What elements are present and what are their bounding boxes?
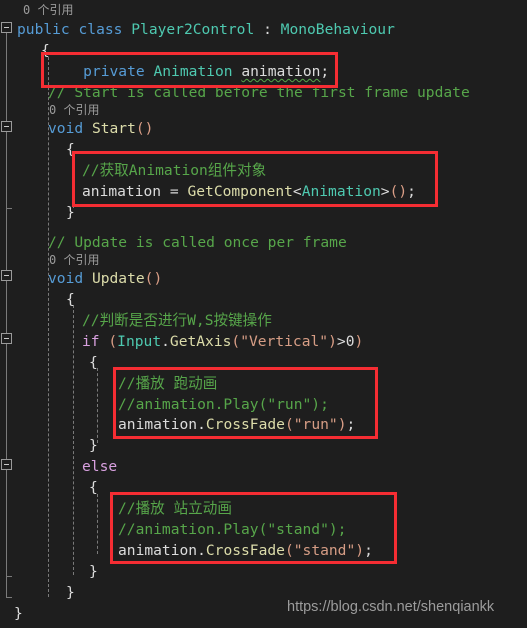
keyword-void: void <box>48 270 84 287</box>
type-animation: Animation <box>153 63 233 80</box>
string-stand: "stand" <box>293 542 356 559</box>
colon-separator: : <box>263 21 272 38</box>
generic-type-animation: Animation <box>301 183 381 200</box>
line-field-animation: private Animation animation; <box>48 61 329 82</box>
line-comment-play-run: //播放 跑动画 <box>118 375 218 392</box>
line-if-close-brace: } <box>89 437 98 454</box>
class-input: Input <box>117 333 162 350</box>
line-comment-ws-keys: //判断是否进行W,S按键操作 <box>82 312 272 329</box>
line-comment-animation-play-run: //animation.Play("run"); <box>118 396 329 413</box>
keyword-void: void <box>48 120 84 137</box>
field-name-animation: animation <box>241 63 321 80</box>
codelens-update-references[interactable]: 0 个引用 <box>49 251 99 269</box>
line-start-open-brace: { <box>66 141 75 158</box>
crossfade-lparen: ( <box>284 416 294 433</box>
codelens-start-references[interactable]: 0 个引用 <box>49 101 99 119</box>
identifier-animation: animation <box>118 416 198 433</box>
generic-close: > <box>380 183 390 200</box>
keyword-public: public <box>17 21 70 38</box>
start-parens: () <box>135 120 154 137</box>
greater-than-operator: > <box>336 333 346 350</box>
semicolon: ; <box>364 542 373 559</box>
line-else-open-brace: { <box>89 479 98 496</box>
line-update-signature: void Update() <box>48 268 162 289</box>
if-lparen: ( <box>108 333 118 350</box>
line-else-keyword: else <box>82 458 118 475</box>
line-class-open-brace: { <box>41 42 50 59</box>
method-crossfade: CrossFade <box>205 542 285 559</box>
crossfade-lparen: ( <box>284 542 294 559</box>
method-name-update: Update <box>91 270 145 287</box>
line-update-open-brace: { <box>66 291 75 308</box>
line-comment-getcomponent: //获取Animation组件对象 <box>82 162 267 179</box>
identifier-animation: animation <box>118 542 198 559</box>
semicolon: ; <box>407 183 416 200</box>
keyword-if: if <box>82 333 100 350</box>
line-if-vertical-axis: if (Input.GetAxis("Vertical")>0) <box>82 331 363 352</box>
line-getcomponent-assignment: animation = GetComponent<Animation>(); <box>82 181 416 202</box>
identifier-animation: animation <box>82 183 162 200</box>
line-update-close-brace: } <box>66 584 75 601</box>
line-comment-start-called: // Start is called before the first fram… <box>48 84 470 101</box>
string-run: "run" <box>293 416 338 433</box>
dot: . <box>197 542 206 559</box>
line-class-declaration: public class Player2Control : MonoBehavi… <box>17 19 395 40</box>
line-else-close-brace: } <box>89 563 98 580</box>
codelens-class-references[interactable]: 0 个引用 <box>23 1 73 19</box>
if-rparen: ) <box>354 333 364 350</box>
csdn-blog-watermark: https://blog.csdn.net/shenqiankk <box>287 599 495 615</box>
line-crossfade-run: animation.CrossFade("run"); <box>118 414 355 435</box>
method-name-start: Start <box>91 120 136 137</box>
line-if-open-brace: { <box>89 354 98 371</box>
code-text-layer[interactable]: 0 个引用 public class Player2Control : Mono… <box>0 0 527 628</box>
method-getcomponent: GetComponent <box>187 183 293 200</box>
update-parens: () <box>144 270 163 287</box>
line-class-close-brace: } <box>14 605 23 622</box>
dot: . <box>197 416 206 433</box>
keyword-class: class <box>78 21 123 38</box>
class-name-player2control: Player2Control <box>131 21 255 38</box>
line-start-close-brace: } <box>66 204 75 221</box>
keyword-private: private <box>83 63 145 80</box>
generic-open: < <box>292 183 302 200</box>
getaxis-lparen: ( <box>231 333 241 350</box>
method-getaxis: GetAxis <box>169 333 232 350</box>
method-crossfade: CrossFade <box>205 416 285 433</box>
code-editor-surface[interactable]: 0 个引用 public class Player2Control : Mono… <box>0 0 527 628</box>
dot: . <box>161 333 170 350</box>
line-comment-play-stand: //播放 站立动画 <box>118 500 232 517</box>
base-class-monobehaviour: MonoBehaviour <box>280 21 395 38</box>
assign-operator: = <box>169 183 179 200</box>
semicolon: ; <box>346 416 356 433</box>
getaxis-rparen: ) <box>328 333 337 350</box>
line-comment-update-called: // Update is called once per frame <box>48 234 347 251</box>
line-comment-animation-play-stand: //animation.Play("stand"); <box>118 521 347 538</box>
call-parens: () <box>389 183 408 200</box>
line-start-signature: void Start() <box>48 118 153 139</box>
crossfade-rparen: ) <box>355 542 365 559</box>
line-crossfade-stand: animation.CrossFade("stand"); <box>118 540 373 561</box>
string-vertical: "Vertical" <box>240 333 329 350</box>
semicolon: ; <box>320 63 330 80</box>
